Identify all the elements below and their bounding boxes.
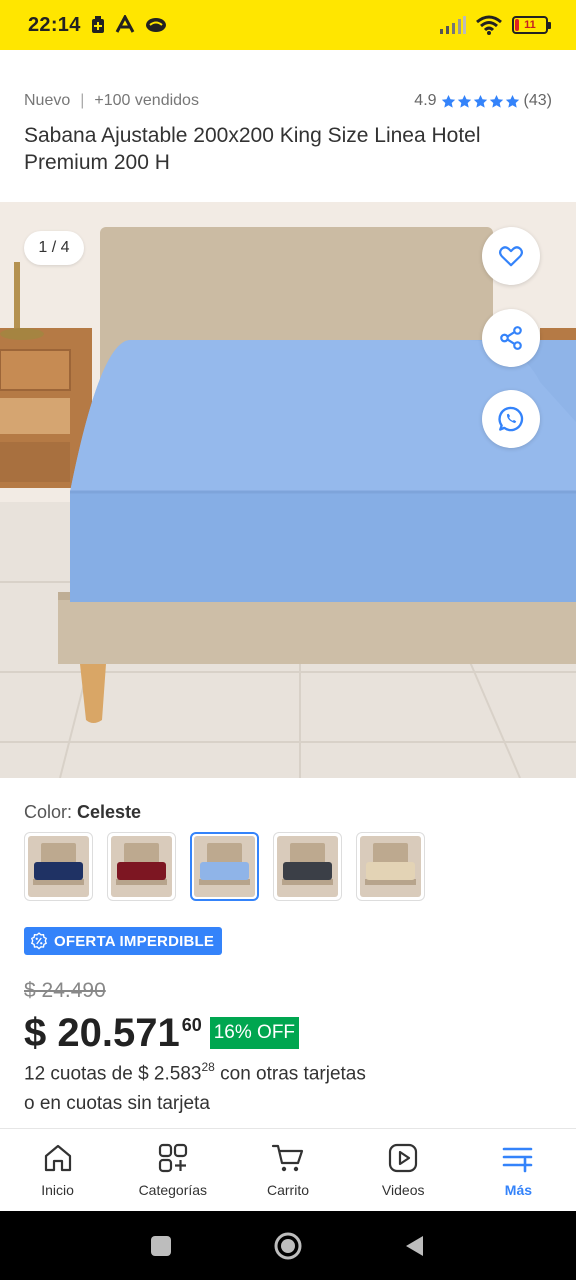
installments-info[interactable]: 12 cuotas de $ 2.58328 con otras tarjeta…	[24, 1060, 366, 1085]
swatch-thumbnail	[360, 836, 421, 897]
back-button[interactable]	[403, 1234, 427, 1258]
favorite-button[interactable]	[482, 227, 540, 285]
color-swatch[interactable]	[107, 832, 176, 901]
app-notification-icon	[115, 15, 134, 33]
offer-tag-icon	[30, 932, 48, 950]
status-time: 22:14	[28, 13, 81, 36]
rating[interactable]: 4.9 (43)	[414, 92, 552, 110]
star-icon	[489, 94, 503, 108]
heart-icon	[499, 246, 523, 267]
whatsapp-share-button[interactable]	[482, 390, 540, 448]
status-bar: 22:14 11	[0, 0, 576, 50]
cart-icon	[271, 1144, 304, 1172]
color-swatch[interactable]	[356, 832, 425, 901]
battery-saver-icon	[91, 16, 104, 33]
product-title: Sabana Ajustable 200x200 King Size Linea…	[24, 124, 481, 174]
condition-label: Nuevo	[24, 92, 71, 109]
rating-value: 4.9	[414, 92, 437, 109]
image-counter: 1 / 4	[24, 231, 84, 265]
home-icon	[44, 1144, 71, 1172]
home-button[interactable]	[273, 1231, 303, 1261]
product-image[interactable]	[0, 202, 576, 778]
no-card-installments[interactable]: o en cuotas sin tarjeta	[24, 1093, 210, 1115]
nav-item-mas[interactable]: Más	[461, 1129, 576, 1211]
categories-icon	[158, 1143, 187, 1173]
star-icon	[505, 94, 519, 108]
more-icon	[503, 1147, 533, 1173]
bottom-nav: Inicio Categorías Carrito Videos Más	[0, 1128, 576, 1211]
nav-item-inicio[interactable]: Inicio	[0, 1129, 115, 1211]
color-swatch[interactable]	[190, 832, 259, 901]
recents-button[interactable]	[149, 1234, 173, 1258]
whatsapp-icon	[498, 406, 524, 432]
color-label: Color: Celeste	[24, 802, 142, 822]
color-swatches	[24, 832, 425, 901]
swatch-thumbnail	[194, 836, 255, 897]
star-icon	[441, 94, 455, 108]
swatch-thumbnail	[28, 836, 89, 897]
product-meta: Nuevo | +100 vendidos 4.9 (43)	[24, 88, 552, 114]
original-price: $ 24.490	[24, 979, 106, 1002]
wifi-icon	[476, 15, 502, 35]
signal-icon	[440, 16, 466, 34]
current-price: $ 20.571	[24, 1011, 180, 1055]
nav-item-videos[interactable]: Videos	[346, 1129, 461, 1211]
system-nav-bar	[0, 1211, 576, 1280]
offer-badge: OFERTA IMPERDIBLE	[24, 927, 223, 955]
bed-photo	[0, 202, 576, 778]
separator: |	[80, 92, 85, 109]
mercadolibre-notification-icon	[145, 18, 166, 32]
sold-count: +100 vendidos	[94, 92, 199, 109]
swatch-thumbnail	[111, 836, 172, 897]
review-count: (43)	[523, 92, 552, 109]
color-swatch[interactable]	[24, 832, 93, 901]
star-icon	[457, 94, 471, 108]
discount-badge: 16% OFF	[209, 1017, 300, 1049]
nav-item-categorias[interactable]: Categorías	[115, 1129, 230, 1211]
share-button[interactable]	[482, 309, 540, 367]
current-price-cents: 60	[181, 1015, 202, 1035]
nav-item-carrito[interactable]: Carrito	[230, 1129, 345, 1211]
rating-stars	[441, 94, 520, 109]
play-icon	[389, 1143, 418, 1173]
selected-color: Celeste	[77, 802, 142, 822]
share-icon	[500, 326, 522, 350]
swatch-thumbnail	[277, 836, 338, 897]
price-row: $ 20.571 60 16% OFF	[24, 1010, 300, 1060]
battery-indicator: 11	[512, 16, 551, 34]
star-icon	[473, 94, 487, 108]
color-swatch[interactable]	[273, 832, 342, 901]
